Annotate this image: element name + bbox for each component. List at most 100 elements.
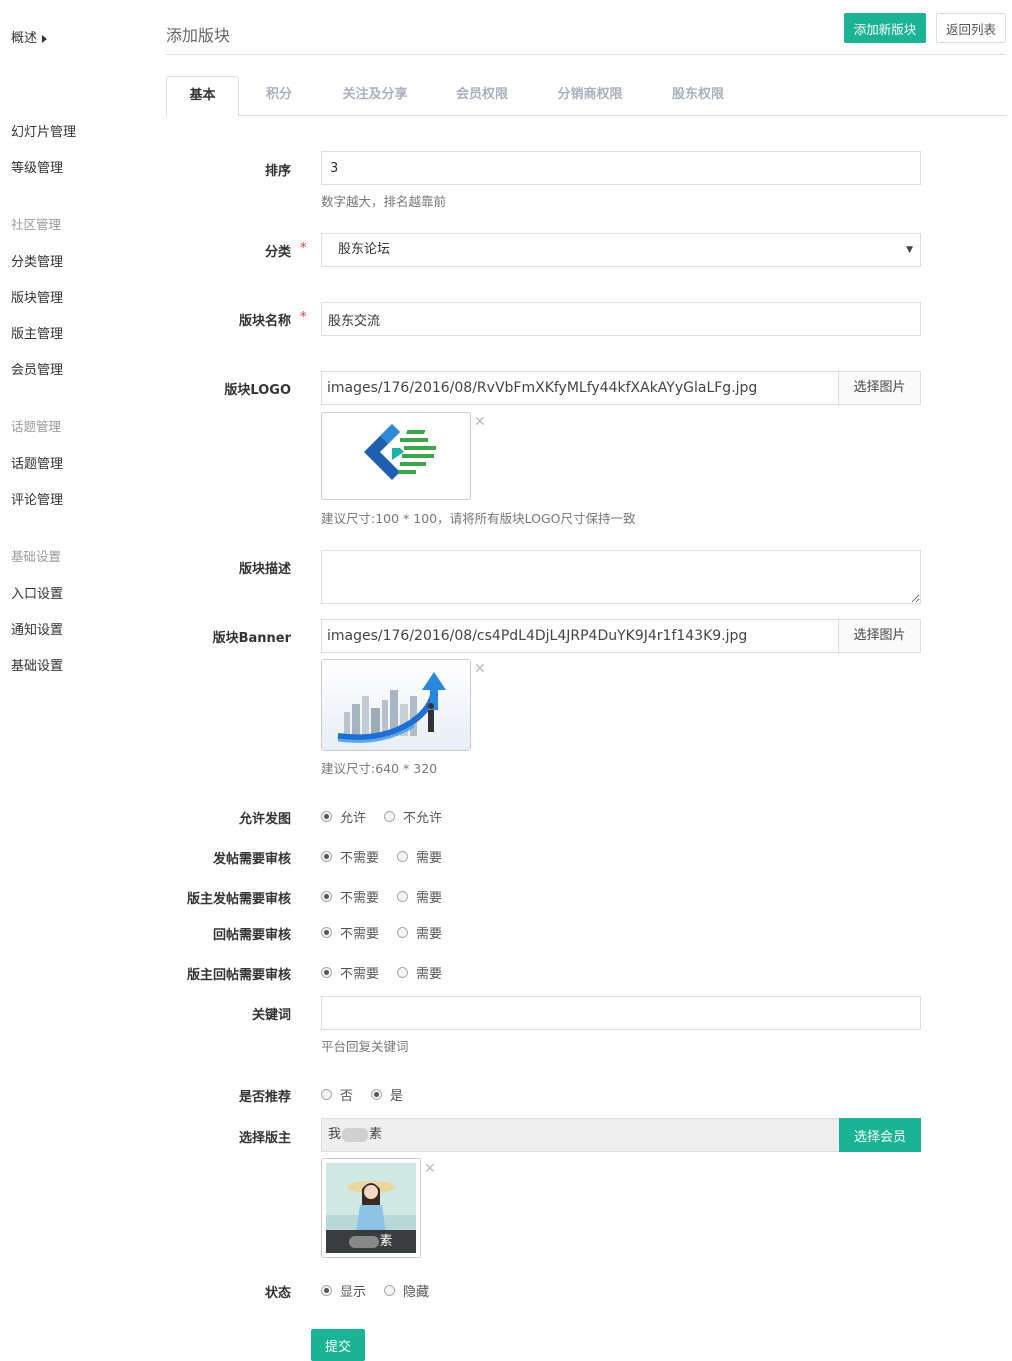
radio-checked-icon: [321, 966, 332, 978]
radio-label: 不需要: [340, 890, 380, 906]
caret-right-icon: [42, 34, 48, 43]
allow-post-image-label: 允许发图: [238, 812, 291, 827]
post-review-option-no[interactable]: 不需要: [321, 847, 379, 866]
required-mark: *: [300, 310, 307, 325]
radio-unchecked-icon: [397, 926, 409, 938]
tab-distributor-permission[interactable]: 分销商权限: [546, 76, 634, 116]
add-board-button[interactable]: 添加新版块: [844, 13, 926, 43]
radio-label: 需要: [416, 850, 443, 866]
sidebar-item-entry[interactable]: 入口设置: [11, 583, 63, 602]
choose-member-button[interactable]: 选择会员: [839, 1118, 921, 1152]
category-select[interactable]: 股东论坛 ▼: [321, 233, 921, 267]
radio-label: 是: [390, 1088, 404, 1104]
tab-follow-share[interactable]: 关注及分享: [330, 76, 420, 116]
avatar-caption: 素: [326, 1231, 416, 1253]
mod-post-review-option-no[interactable]: 不需要: [321, 887, 379, 906]
banner-help: 建议尺寸:640 * 320: [321, 761, 438, 776]
board-name-input[interactable]: [321, 302, 921, 336]
remove-moderator-close-icon[interactable]: ✕: [424, 1161, 436, 1177]
radio-checked-icon: [371, 1088, 383, 1100]
recommend-radios: 否 是: [321, 1085, 421, 1104]
radio-label: 否: [340, 1088, 354, 1104]
mod-post-review-label: 版主发帖需要审核: [186, 892, 291, 907]
sort-input[interactable]: [321, 151, 921, 185]
sidebar-item-boards[interactable]: 版块管理: [11, 287, 63, 306]
sidebar-item-topics[interactable]: 话题管理: [11, 453, 63, 472]
moderator-label: 选择版主: [238, 1131, 291, 1146]
sidebar: 概述 幻灯片管理 等级管理 社区管理 分类管理 版块管理 版主管理 会员管理 话…: [0, 0, 150, 1361]
mod-reply-review-radios: 不需要 需要: [321, 963, 460, 982]
moderator-avatar: 素: [321, 1158, 421, 1258]
moderator-name-start: 我: [328, 1127, 342, 1142]
sidebar-item-comments[interactable]: 评论管理: [11, 489, 63, 508]
sidebar-item-label: 概述: [11, 31, 38, 46]
logo-path-input[interactable]: images/176/2016/08/RvVbFmXKfyMLfy44kfXAk…: [327, 372, 837, 404]
tab-member-permission[interactable]: 会员权限: [444, 76, 520, 116]
reply-review-radios: 不需要 需要: [321, 923, 460, 942]
keywords-label: 关键词: [251, 1008, 291, 1023]
status-option-show[interactable]: 显示: [321, 1281, 366, 1300]
reply-review-option-no[interactable]: 不需要: [321, 923, 379, 942]
logo-help: 建议尺寸:100 * 100，请将所有版块LOGO尺寸保持一致: [321, 511, 636, 526]
tab-shareholder-permission[interactable]: 股东权限: [660, 76, 736, 116]
radio-unchecked-icon: [384, 1284, 396, 1296]
radio-checked-icon: [321, 850, 332, 862]
reply-review-option-yes[interactable]: 需要: [397, 923, 442, 942]
allow-post-image-option-deny[interactable]: 不允许: [384, 807, 442, 826]
category-label: 分类: [264, 245, 291, 260]
radio-label: 允许: [340, 810, 367, 826]
reply-review-label: 回帖需要审核: [212, 928, 291, 943]
redaction-blur: [342, 1127, 369, 1142]
sidebar-item-members[interactable]: 会员管理: [11, 359, 63, 378]
radio-label: 不需要: [340, 966, 380, 982]
page-title: 添加版块: [166, 26, 231, 45]
mod-reply-review-option-no[interactable]: 不需要: [321, 963, 379, 982]
mod-post-review-radios: 不需要 需要: [321, 887, 460, 906]
back-to-list-button[interactable]: 返回列表: [936, 13, 1006, 43]
post-review-option-yes[interactable]: 需要: [397, 847, 442, 866]
sidebar-item-levels[interactable]: 等级管理: [11, 157, 63, 176]
logo-path-group: images/176/2016/08/RvVbFmXKfyMLfy44kfXAk…: [321, 371, 921, 405]
remove-banner-close-icon[interactable]: ✕: [474, 661, 486, 677]
mod-reply-review-option-yes[interactable]: 需要: [397, 963, 442, 982]
sort-label: 排序: [264, 164, 291, 179]
logo-preview: [321, 412, 471, 500]
allow-post-image-option-allow[interactable]: 允许: [321, 807, 366, 826]
sort-help: 数字越大，排名越靠前: [321, 194, 447, 209]
radio-checked-icon: [321, 1284, 332, 1296]
keywords-input[interactable]: [321, 996, 921, 1030]
radio-unchecked-icon: [384, 810, 396, 822]
sidebar-item-slides[interactable]: 幻灯片管理: [11, 121, 76, 140]
sidebar-item-categories[interactable]: 分类管理: [11, 251, 63, 270]
sidebar-item-basic[interactable]: 基础设置: [11, 655, 63, 674]
description-textarea[interactable]: [321, 550, 921, 604]
sidebar-item-overview[interactable]: 概述: [11, 27, 48, 46]
tab-basic[interactable]: 基本: [166, 76, 239, 117]
status-label: 状态: [264, 1286, 291, 1301]
mod-post-review-option-yes[interactable]: 需要: [397, 887, 442, 906]
radio-label: 不允许: [403, 810, 443, 826]
sidebar-group-basic: 基础设置: [11, 549, 62, 564]
redaction-blur: [349, 1235, 380, 1248]
keywords-help: 平台回复关键词: [321, 1039, 409, 1054]
moderator-name-input[interactable]: 我素: [328, 1119, 382, 1151]
radio-label: 需要: [416, 926, 443, 942]
banner-path-input[interactable]: images/176/2016/08/cs4PdL4DjL4JRP4DuYK9J…: [327, 620, 837, 652]
tab-points[interactable]: 积分: [254, 76, 304, 116]
logo-image: [364, 424, 436, 480]
radio-label: 需要: [416, 966, 443, 982]
radio-label: 隐藏: [403, 1284, 430, 1300]
remove-logo-close-icon[interactable]: ✕: [474, 414, 486, 430]
submit-button[interactable]: 提交: [311, 1329, 365, 1361]
required-mark: *: [300, 241, 307, 256]
choose-logo-button[interactable]: 选择图片: [838, 372, 920, 404]
board-name-label: 版块名称: [238, 314, 291, 329]
sidebar-group-community: 社区管理: [11, 217, 62, 232]
choose-banner-button[interactable]: 选择图片: [838, 620, 920, 652]
recommend-option-yes[interactable]: 是: [371, 1085, 403, 1104]
status-option-hide[interactable]: 隐藏: [384, 1281, 429, 1300]
sidebar-item-notice[interactable]: 通知设置: [11, 619, 63, 638]
moderator-name-end: 素: [369, 1127, 383, 1142]
recommend-option-no[interactable]: 否: [321, 1085, 353, 1104]
sidebar-item-moderators[interactable]: 版主管理: [11, 323, 63, 342]
